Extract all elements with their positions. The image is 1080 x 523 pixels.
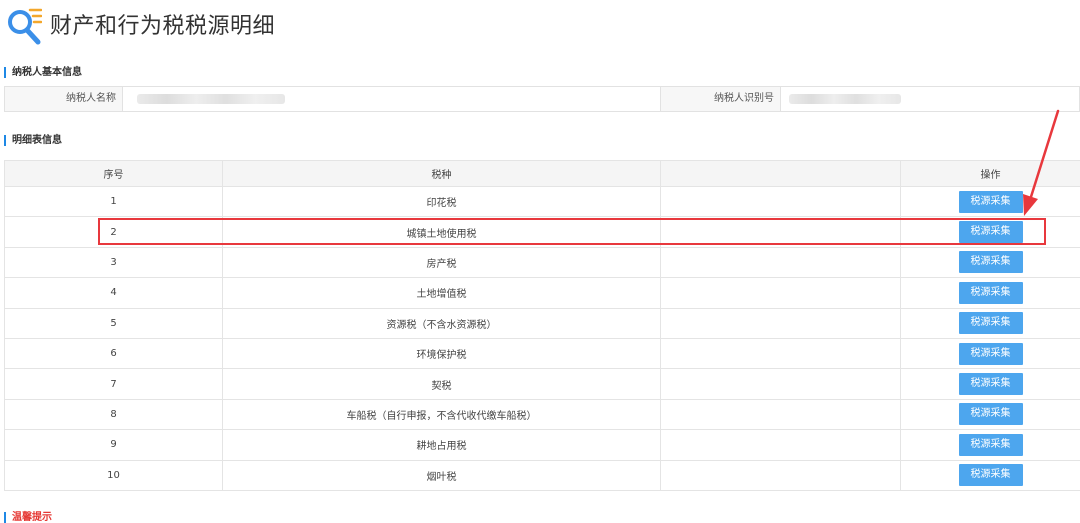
row-tax-name: 房产税 bbox=[223, 247, 661, 277]
row-tax-name: 车船税（自行申报，不含代收代缴车船税） bbox=[223, 399, 661, 429]
tips-section-title: 温馨提示 bbox=[4, 512, 52, 523]
row-no: 1 bbox=[5, 187, 223, 217]
col-header-no: 序号 bbox=[5, 161, 223, 187]
row-tax-name: 耕地占用税 bbox=[223, 430, 661, 460]
row-no: 8 bbox=[5, 399, 223, 429]
row-no: 9 bbox=[5, 430, 223, 460]
redacted-name bbox=[137, 94, 285, 104]
row-tax-name: 烟叶税 bbox=[223, 460, 661, 490]
table-row: 2 城镇土地使用税 税源采集 bbox=[5, 217, 1080, 247]
taxpayer-name-value bbox=[123, 87, 661, 111]
col-header-action: 操作 bbox=[901, 161, 1080, 187]
row-action: 税源采集 bbox=[901, 247, 1080, 277]
row-action: 税源采集 bbox=[901, 430, 1080, 460]
row-blank bbox=[661, 187, 901, 217]
taxpayer-id-value bbox=[781, 87, 1079, 111]
page-title: 财产和行为税税源明细 bbox=[50, 12, 275, 42]
row-tax-name: 城镇土地使用税 bbox=[223, 217, 661, 247]
collect-button[interactable]: 税源采集 bbox=[959, 434, 1023, 456]
collect-button[interactable]: 税源采集 bbox=[959, 221, 1023, 243]
row-no: 3 bbox=[5, 247, 223, 277]
redacted-id bbox=[789, 94, 901, 104]
tax-detail-table: 序号 税种 操作 1 印花税 税源采集 2 城镇土地使用税 税源采集 3 房产税… bbox=[4, 160, 1080, 491]
row-no: 10 bbox=[5, 460, 223, 490]
row-tax-name: 土地增值税 bbox=[223, 278, 661, 308]
collect-button[interactable]: 税源采集 bbox=[959, 343, 1023, 365]
row-action: 税源采集 bbox=[901, 338, 1080, 368]
row-action: 税源采集 bbox=[901, 217, 1080, 247]
collect-button[interactable]: 税源采集 bbox=[959, 373, 1023, 395]
table-row: 4 土地增值税 税源采集 bbox=[5, 278, 1080, 308]
collect-button[interactable]: 税源采集 bbox=[959, 251, 1023, 273]
row-no: 6 bbox=[5, 338, 223, 368]
row-action: 税源采集 bbox=[901, 308, 1080, 338]
table-row: 6 环境保护税 税源采集 bbox=[5, 338, 1080, 368]
row-no: 7 bbox=[5, 369, 223, 399]
collect-button[interactable]: 税源采集 bbox=[959, 403, 1023, 425]
col-header-blank bbox=[661, 161, 901, 187]
table-header-row: 序号 税种 操作 bbox=[5, 161, 1080, 187]
row-tax-name: 契税 bbox=[223, 369, 661, 399]
table-row: 3 房产税 税源采集 bbox=[5, 247, 1080, 277]
row-blank bbox=[661, 338, 901, 368]
row-blank bbox=[661, 308, 901, 338]
basic-info-row: 纳税人名称 纳税人识别号 bbox=[4, 86, 1080, 112]
row-blank bbox=[661, 460, 901, 490]
collect-button[interactable]: 税源采集 bbox=[959, 312, 1023, 334]
row-action: 税源采集 bbox=[901, 187, 1080, 217]
row-blank bbox=[661, 399, 901, 429]
row-action: 税源采集 bbox=[901, 278, 1080, 308]
row-no: 2 bbox=[5, 217, 223, 247]
row-blank bbox=[661, 369, 901, 399]
search-list-icon bbox=[6, 6, 42, 46]
taxpayer-id-label: 纳税人识别号 bbox=[661, 87, 781, 111]
collect-button[interactable]: 税源采集 bbox=[959, 464, 1023, 486]
row-action: 税源采集 bbox=[901, 460, 1080, 490]
row-action: 税源采集 bbox=[901, 399, 1080, 429]
detail-section-title: 明细表信息 bbox=[4, 135, 62, 146]
row-tax-name: 印花税 bbox=[223, 187, 661, 217]
table-row: 9 耕地占用税 税源采集 bbox=[5, 430, 1080, 460]
collect-button[interactable]: 税源采集 bbox=[959, 191, 1023, 213]
row-no: 5 bbox=[5, 308, 223, 338]
row-tax-name: 环境保护税 bbox=[223, 338, 661, 368]
row-blank bbox=[661, 430, 901, 460]
row-blank bbox=[661, 247, 901, 277]
col-header-tax: 税种 bbox=[223, 161, 661, 187]
table-row: 7 契税 税源采集 bbox=[5, 369, 1080, 399]
collect-button[interactable]: 税源采集 bbox=[959, 282, 1023, 304]
table-row: 10 烟叶税 税源采集 bbox=[5, 460, 1080, 490]
taxpayer-name-label: 纳税人名称 bbox=[5, 87, 123, 111]
row-blank bbox=[661, 217, 901, 247]
row-no: 4 bbox=[5, 278, 223, 308]
table-row: 8 车船税（自行申报，不含代收代缴车船税） 税源采集 bbox=[5, 399, 1080, 429]
table-row: 5 资源税（不含水资源税） 税源采集 bbox=[5, 308, 1080, 338]
basic-info-section-title: 纳税人基本信息 bbox=[4, 67, 82, 78]
row-blank bbox=[661, 278, 901, 308]
table-row: 1 印花税 税源采集 bbox=[5, 187, 1080, 217]
row-action: 税源采集 bbox=[901, 369, 1080, 399]
row-tax-name: 资源税（不含水资源税） bbox=[223, 308, 661, 338]
page-header: 财产和行为税税源明细 bbox=[0, 0, 1080, 56]
